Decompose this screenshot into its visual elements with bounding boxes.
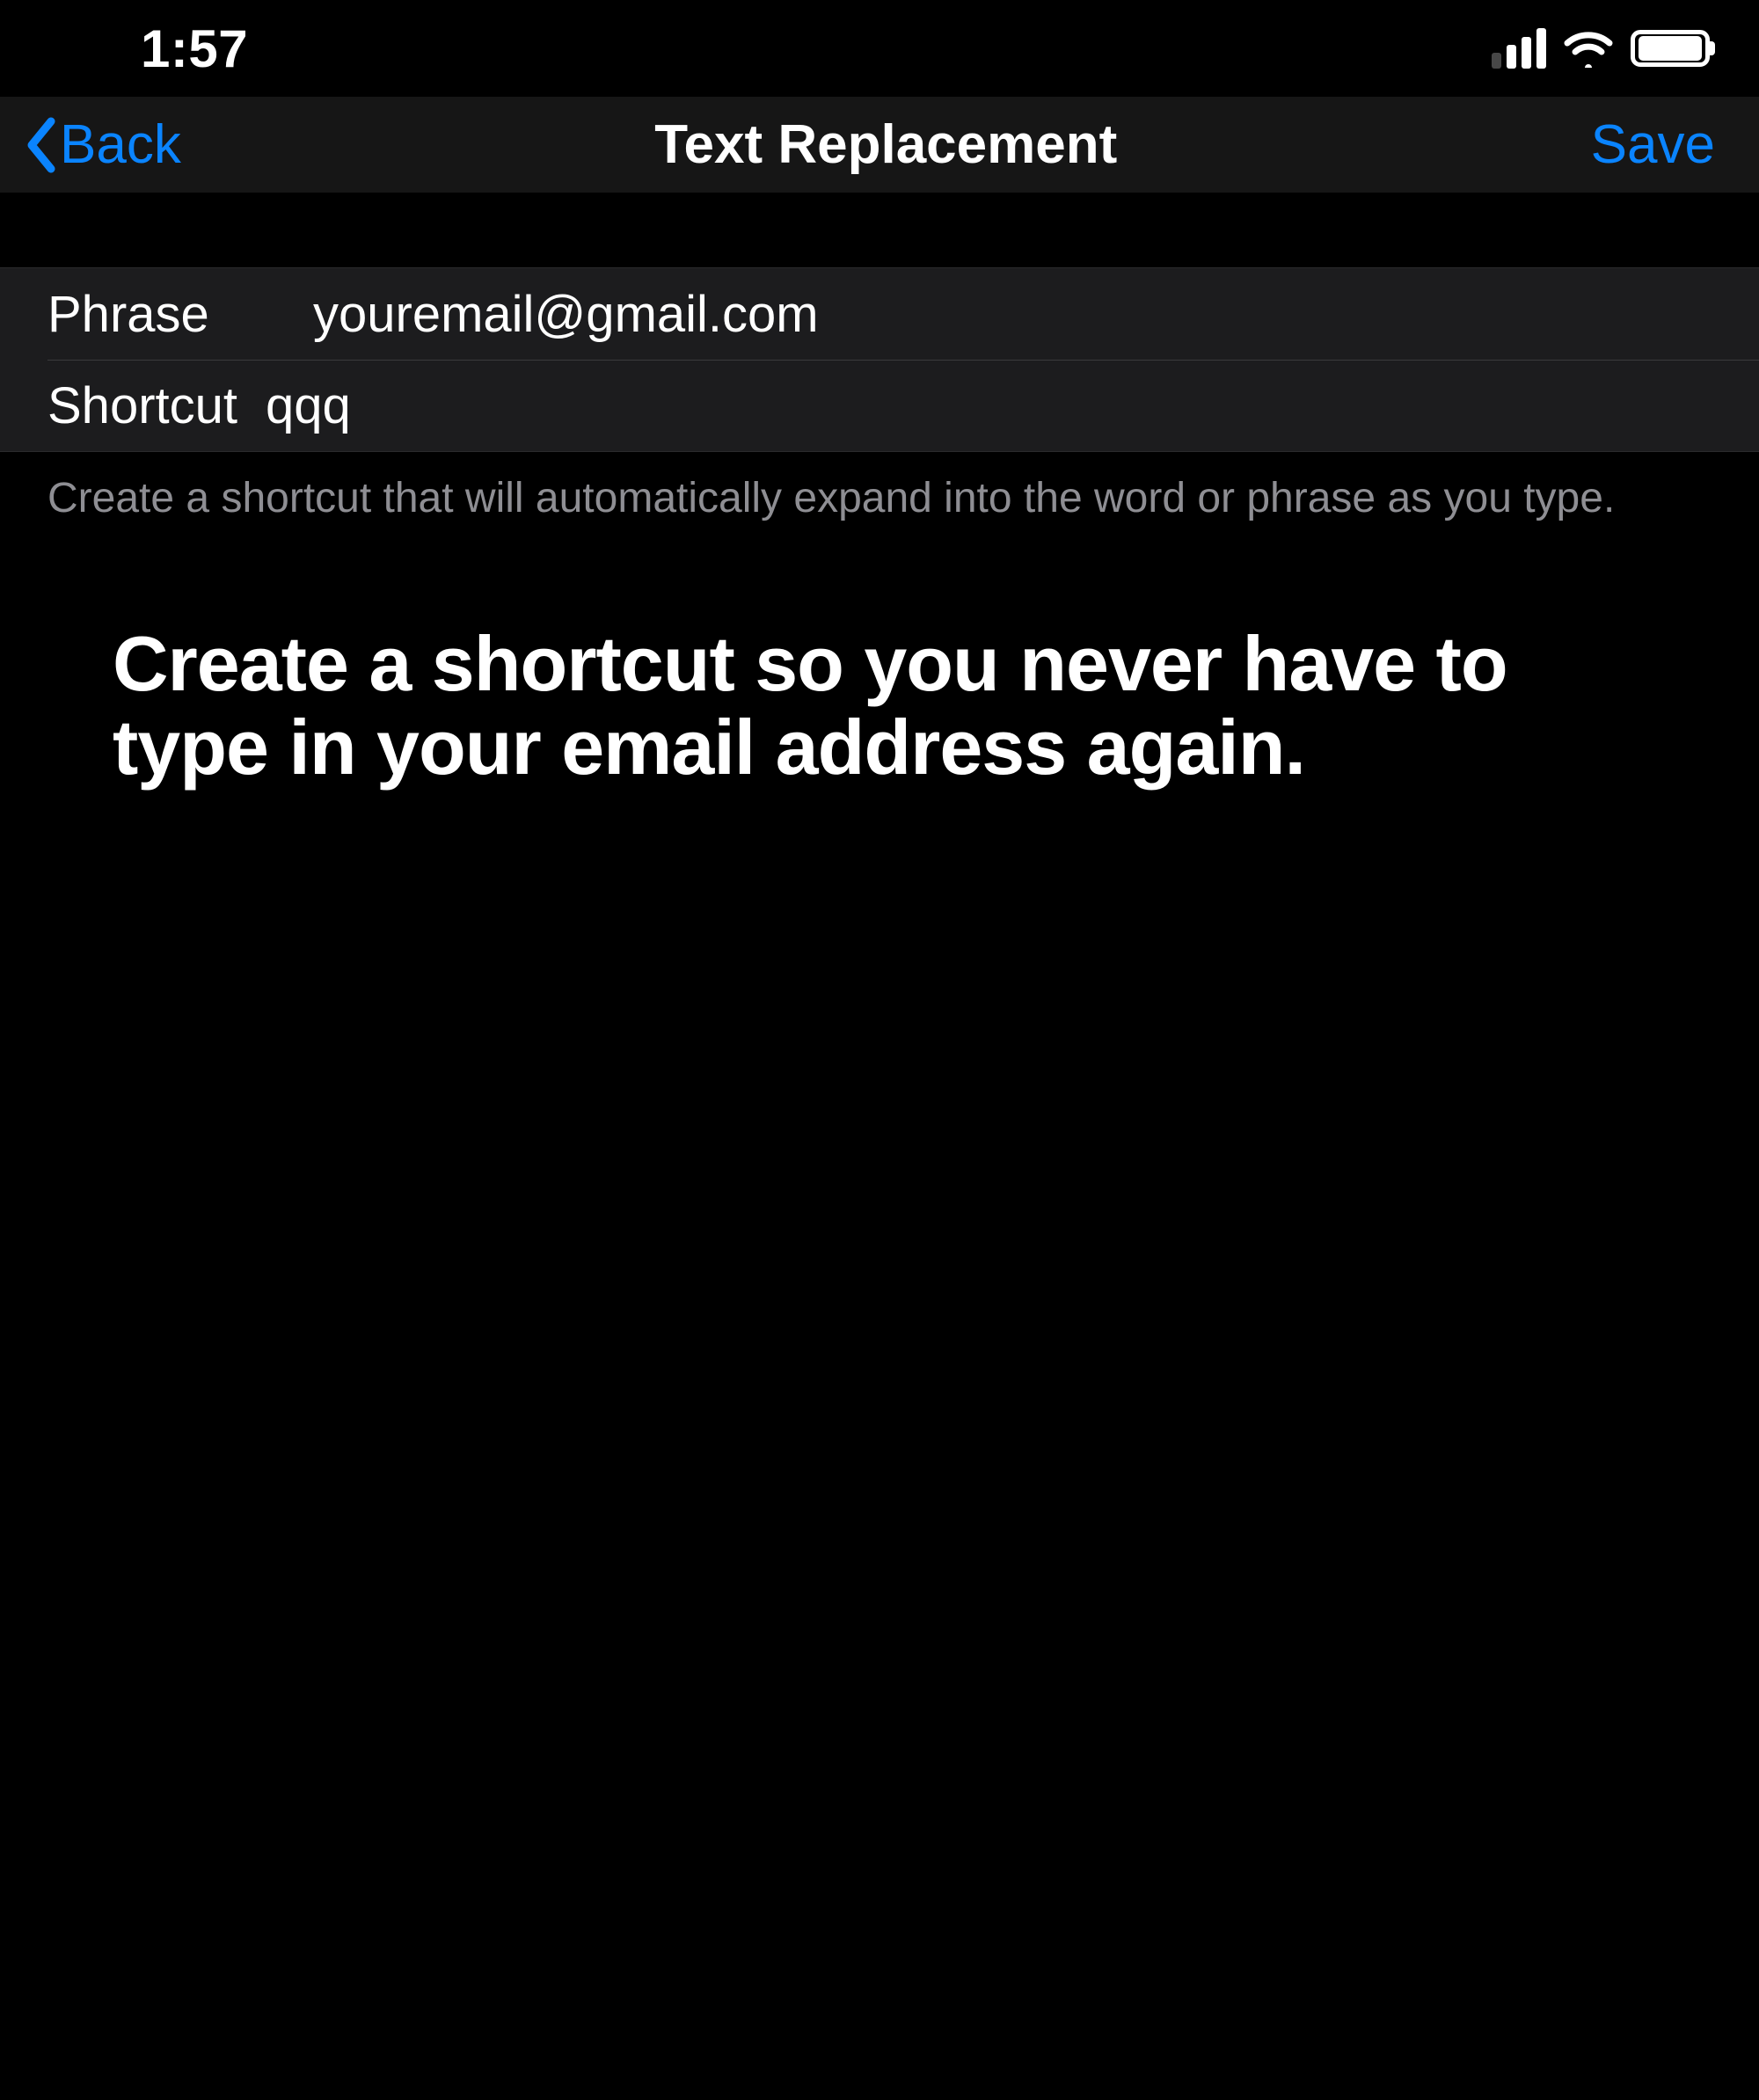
phrase-row: Phrase — [0, 268, 1759, 360]
save-button[interactable]: Save — [1591, 113, 1715, 176]
shortcut-input[interactable] — [266, 376, 1759, 435]
shortcut-label: Shortcut — [47, 376, 266, 435]
phrase-input[interactable] — [313, 285, 1759, 344]
page-title: Text Replacement — [654, 113, 1117, 176]
chevron-left-icon — [23, 116, 58, 174]
section-spacer — [0, 193, 1759, 267]
wifi-icon — [1562, 29, 1615, 68]
cellular-icon — [1492, 28, 1546, 69]
status-icons — [1492, 28, 1710, 69]
overlay-caption: Create a shortcut so you never have to t… — [0, 525, 1759, 789]
nav-bar: Back Text Replacement Save — [0, 97, 1759, 193]
status-bar: 1:57 — [0, 0, 1759, 97]
shortcut-row: Shortcut — [47, 360, 1759, 451]
group-footer-text: Create a shortcut that will automaticall… — [0, 452, 1759, 525]
back-button[interactable]: Back — [23, 113, 181, 176]
back-label: Back — [60, 113, 181, 176]
phrase-label: Phrase — [47, 285, 313, 344]
status-time: 1:57 — [141, 18, 248, 79]
form-group: Phrase Shortcut — [0, 267, 1759, 452]
battery-icon — [1631, 30, 1710, 67]
